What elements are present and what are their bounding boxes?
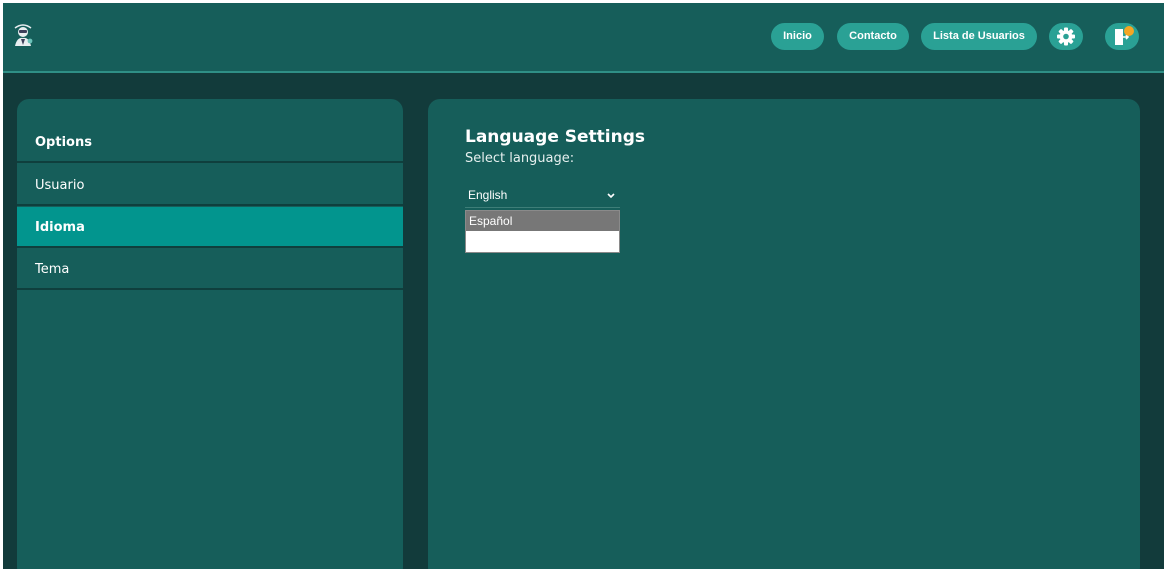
select-language-label: Select language: — [465, 151, 575, 166]
language-select[interactable]: English — [465, 183, 620, 208]
language-option-espanol[interactable]: Español — [466, 211, 619, 231]
sidebar-heading-options: Options — [17, 122, 403, 163]
language-settings-panel: Language Settings Select language: Engli… — [428, 99, 1140, 569]
settings-button[interactable] — [1049, 23, 1083, 50]
nav-contacto-button[interactable]: Contacto — [837, 23, 909, 50]
settings-sidebar: Options Usuario Idioma Tema — [17, 99, 403, 569]
user-avatar-icon[interactable] — [12, 24, 34, 48]
language-dropdown-list: Español — [465, 210, 620, 253]
logout-button[interactable] — [1105, 23, 1139, 50]
page-title: Language Settings — [465, 127, 646, 147]
top-navbar: Inicio Contacto Lista de Usuarios — [3, 3, 1164, 73]
chevron-down-icon — [607, 193, 615, 199]
language-select-value: English — [468, 188, 508, 202]
door-exit-icon — [1115, 26, 1134, 45]
sidebar-item-tema[interactable]: Tema — [17, 249, 403, 290]
app-frame: Inicio Contacto Lista de Usuarios Option… — [3, 3, 1164, 569]
nav-lista-usuarios-button[interactable]: Lista de Usuarios — [921, 23, 1037, 50]
notification-badge — [1124, 26, 1134, 36]
gear-icon — [1057, 27, 1075, 46]
sidebar-item-usuario[interactable]: Usuario — [17, 165, 403, 206]
sidebar-item-idioma[interactable]: Idioma — [17, 207, 403, 248]
nav-inicio-button[interactable]: Inicio — [771, 23, 824, 50]
